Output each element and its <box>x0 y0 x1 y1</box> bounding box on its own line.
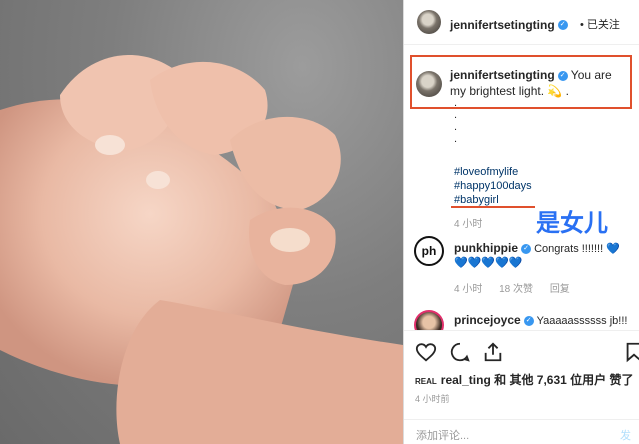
author-avatar[interactable] <box>417 10 441 34</box>
caption-dots: . . . . <box>454 97 457 145</box>
post-header: jenniferts​etingting ✓ • 已关注 <box>404 0 639 45</box>
caption-dot: . <box>454 133 458 145</box>
baby-hand-illustration <box>0 55 403 444</box>
post-actions: REAL real_ting 和 其他 7,631 位用户 赞了 4 小时前 添加… <box>404 330 639 444</box>
comment-input[interactable]: 添加评论... <box>416 427 469 443</box>
comment-likes[interactable]: 18 次赞 <box>499 284 533 295</box>
comment-text: Yaaaaassssss jb!!! <box>536 315 628 327</box>
post-comment-button[interactable]: 发布 <box>620 427 639 444</box>
caption-timestamp[interactable]: 4 小时 <box>454 215 482 230</box>
comment-bubble-icon[interactable] <box>449 341 471 363</box>
following-status[interactable]: • 已关注 <box>580 16 620 32</box>
comment-reply-button[interactable]: 回复 <box>550 284 570 295</box>
hashtag-list: #loveofmylife #happy100days #babygirl <box>454 165 532 207</box>
hashtag-link[interactable]: #loveofmylife <box>454 165 532 179</box>
like-heart-icon[interactable] <box>415 341 437 363</box>
verified-badge-icon: ✓ <box>557 19 568 30</box>
post-photo-baby-hand <box>0 0 403 444</box>
save-bookmark-icon[interactable] <box>623 341 639 363</box>
comment-meta: 4 小时 18 次赞 回复 <box>454 280 584 295</box>
caption-username[interactable]: jenniferts​etingting <box>450 68 555 82</box>
comment-username[interactable]: punkhippie <box>454 241 518 255</box>
hashtag-link[interactable]: #babygirl <box>454 193 532 207</box>
comment: princejoyce ✓ Yaaaaassssss jb!!! <box>454 313 627 327</box>
caption: jenniferts​etingting ✓ You are my brighte… <box>450 67 622 99</box>
annotation-text: 是女儿 <box>536 210 608 237</box>
liker-logo: REAL <box>415 377 437 386</box>
hashtag-link[interactable]: #happy100days <box>454 179 532 193</box>
share-icon[interactable] <box>482 341 504 363</box>
likes-text[interactable]: real_ting 和 其他 7,631 位用户 赞了 <box>441 373 634 387</box>
caption-dot: . <box>454 121 458 133</box>
comment-username[interactable]: princejoyce <box>454 313 521 327</box>
add-comment-bar: 添加评论... 发布 <box>404 419 639 444</box>
verified-badge-icon: ✓ <box>523 316 534 327</box>
author-username[interactable]: jenniferts​etingting <box>450 18 555 32</box>
post-side-panel: jenniferts​etingting ✓ • 已关注 jenniferts​e… <box>404 0 639 444</box>
author-name[interactable]: jenniferts​etingting ✓ <box>450 16 568 34</box>
comment: punkhippie ✓ Congrats !!!!!!! 💙 💙💙💙💙💙 <box>454 241 629 270</box>
caption-author-avatar[interactable] <box>416 71 442 97</box>
commenter-avatar[interactable]: ph <box>414 236 444 266</box>
verified-badge-icon: ✓ <box>521 244 531 255</box>
annotation-underline <box>451 206 535 208</box>
likes-summary[interactable]: REAL real_ting 和 其他 7,631 位用户 赞了 <box>415 371 634 388</box>
verified-badge-icon: ✓ <box>557 70 568 81</box>
caption-dot: . <box>454 109 458 121</box>
caption-dot: . <box>454 97 458 109</box>
comment-time[interactable]: 4 小时 <box>454 284 482 295</box>
post-timestamp[interactable]: 4 小时前 <box>415 392 450 405</box>
